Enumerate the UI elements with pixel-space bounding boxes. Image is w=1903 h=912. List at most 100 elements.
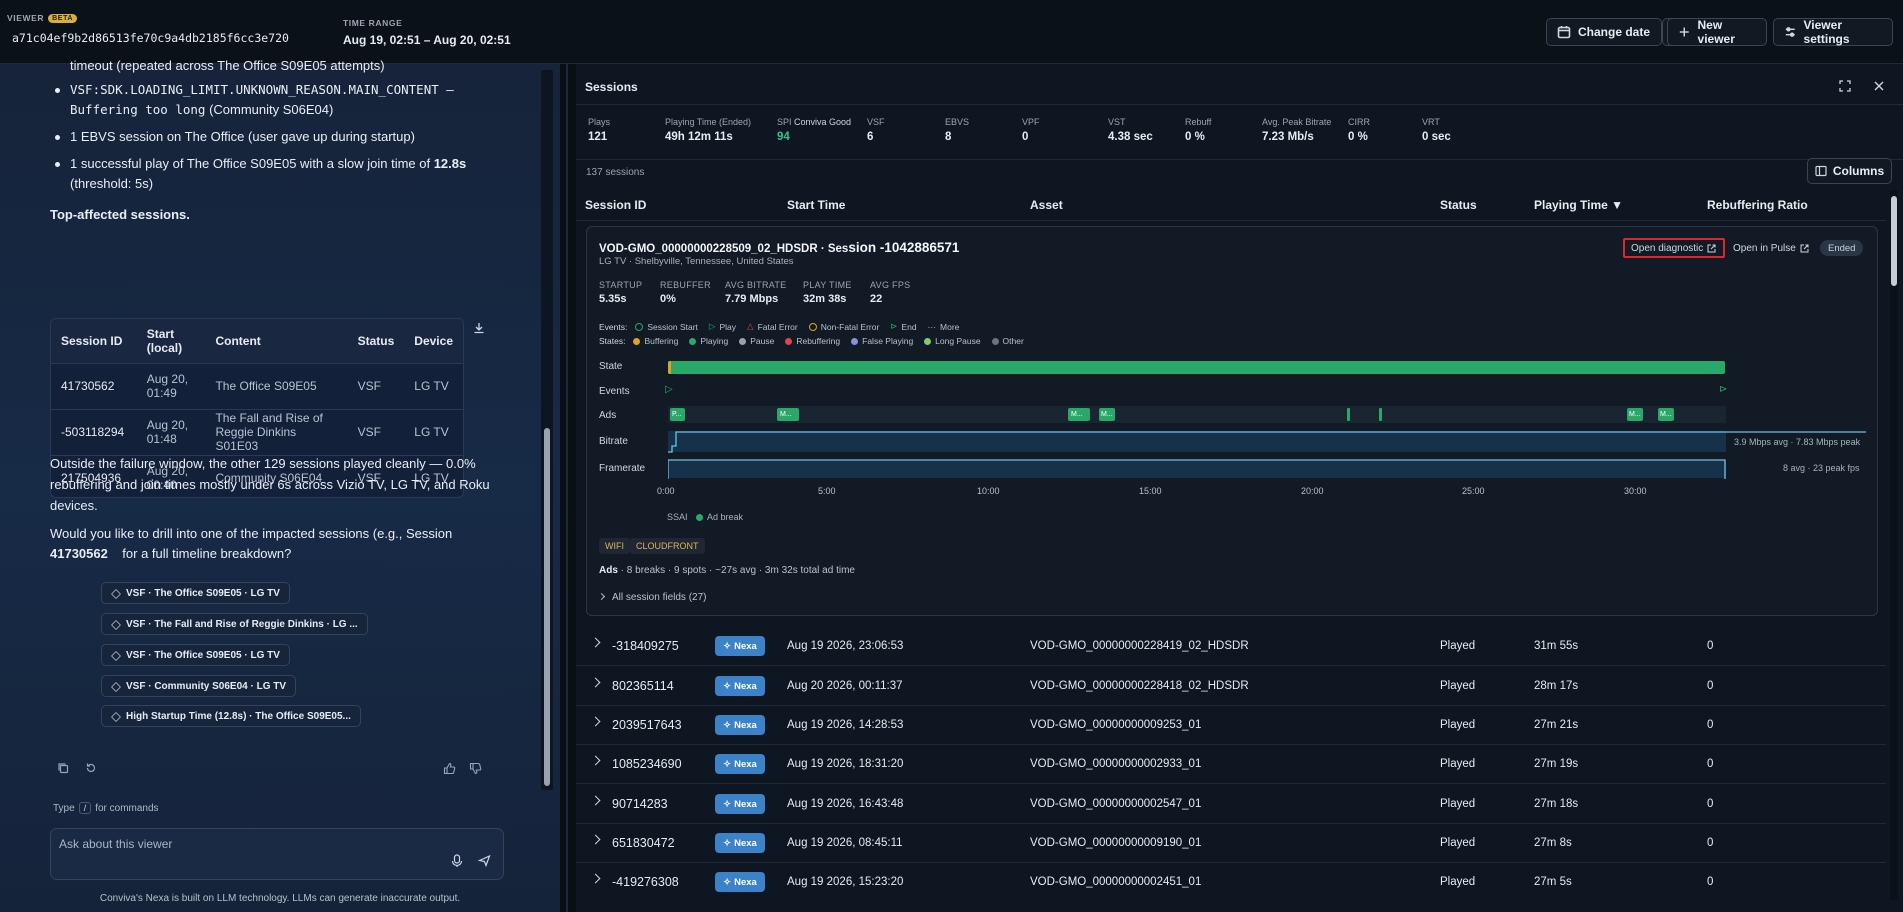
sessions-scrollbar-thumb[interactable] [1891,196,1897,286]
nexa-badge[interactable]: ✧ Nexa [715,794,765,814]
open-diagnostic-label: Open diagnostic [1631,242,1704,254]
col-rebuffering[interactable]: Rebuffering Ratio [1707,198,1808,212]
legend-playing: Playing [689,336,728,346]
row-session-id: 90714283 [612,797,668,811]
col-status[interactable]: Status [1440,198,1477,212]
nexa-badge[interactable]: ✧ Nexa [715,636,765,656]
chat-input-box [50,828,504,880]
panel-divider[interactable] [560,64,576,912]
error-context: (Community S06E04) [205,102,334,117]
table-row[interactable]: 41730562 Aug 20, 01:49 The Office S09E05… [51,362,463,409]
chevron-right-icon[interactable] [590,716,601,727]
send-icon[interactable] [478,854,491,867]
ad-break[interactable] [1379,408,1382,421]
thumbs-down-icon[interactable] [469,762,482,775]
th-session-id: Session ID [51,319,137,363]
ad-break[interactable]: M... [1627,408,1643,421]
table-row[interactable]: 90714283 ✧ Nexa Aug 19 2026, 16:43:48 VOD… [576,785,1886,824]
copy-icon[interactable] [57,762,69,774]
nexa-badge[interactable]: ✧ Nexa [715,833,765,853]
row-playing-time: 27m 8s [1534,837,1572,849]
col-session-id[interactable]: Session ID [585,198,646,212]
open-pulse-label: Open in Pulse [1733,242,1796,254]
suggestion-chip[interactable]: VSF · The Office S09E05 · LG TV [101,582,290,604]
open-in-pulse-link[interactable]: Open in Pulse [1727,238,1815,258]
metrics-bar: Plays 121 Playing Time (Ended) 49h 12m 11s… [576,104,1903,160]
row-asset: VOD-GMO_00000000002451_01 [1030,876,1202,888]
expand-icon[interactable] [1839,80,1851,92]
legend-more[interactable]: ··· More [928,322,960,332]
ads-track [668,406,1726,423]
table-row[interactable]: -318409275 ✧ Nexa Aug 19 2026, 23:06:53 V… [576,627,1886,666]
table-row[interactable]: -419276308 ✧ Nexa Aug 19 2026, 15:23:20 V… [576,863,1886,902]
table-row[interactable]: 651830472 ✧ Nexa Aug 19 2026, 08:45:11 VO… [576,824,1886,863]
ad-break[interactable]: M... [1658,408,1674,421]
suggestion-chip[interactable]: VSF · Community S06E04 · LG TV [101,675,297,697]
ad-break[interactable]: M... [777,408,799,421]
suggestion-chip[interactable]: High Startup Time (12.8s) · The Office S… [101,705,361,727]
state-track-playing[interactable] [668,361,1725,374]
open-diagnostic-link[interactable]: Open diagnostic [1623,238,1725,258]
event-end-marker[interactable]: ⊳ [1719,384,1727,395]
chat-line-timeout: timeout (repeated across The Office S09E… [70,58,385,73]
ad-break[interactable]: M... [1068,408,1090,421]
download-icon[interactable] [473,322,485,334]
row-rebuffering: 0 [1707,758,1714,770]
table-row[interactable]: 2039517643 ✧ Nexa Aug 19 2026, 14:28:53 V… [576,706,1886,745]
col-playing-time[interactable]: Playing Time ▼ [1534,198,1623,212]
session-location: LG TV · Shelbyville, Tennessee, United S… [599,256,794,267]
close-icon[interactable] [1873,80,1885,92]
sessions-scrollbar[interactable] [1890,190,1898,900]
followup-text: Would you like to drill into one of the … [50,526,453,541]
refresh-icon[interactable] [85,762,97,774]
col-start-time[interactable]: Start Time [787,198,845,212]
chevron-right-icon[interactable] [590,834,601,845]
ad-break[interactable]: P... [670,408,685,421]
row-session-id: 802365114 [612,679,674,693]
ad-break[interactable]: M... [1099,408,1115,421]
metric-vpf: VPF 0 [1022,117,1040,143]
nexa-badge[interactable]: ✧ Nexa [715,754,765,774]
tag-cloudfront: CLOUDFRONT [630,538,705,554]
metric-plays: Plays 121 [588,117,611,143]
chevron-right-icon[interactable] [590,677,601,688]
row-status: Played [1440,640,1476,652]
sliders-icon [1785,27,1795,37]
chat-bullet-vsf: VSF:SDK.LOADING_LIMIT.UNKNOWN_REASON.MAI… [55,80,490,120]
disclaimer: Conviva's Nexa is built on LLM technolog… [99,893,461,904]
chat-input[interactable] [59,835,439,853]
chat-scrollbar-thumb[interactable] [544,428,550,786]
ad-break[interactable] [1347,408,1350,421]
event-play-marker[interactable]: ▷ [665,384,673,395]
thumbs-up-icon[interactable] [443,762,456,775]
suggestion-chip[interactable]: VSF · The Fall and Rise of Reggie Dinkin… [101,613,368,635]
nexa-badge[interactable]: ✧ Nexa [715,715,765,735]
chevron-right-icon[interactable] [590,795,601,806]
session-count: 137 sessions [586,167,645,178]
legend-end: ⊳ End [890,321,917,332]
columns-button[interactable]: Columns [1807,158,1892,184]
timeline-label-bitrate: Bitrate [599,436,628,447]
slash-key: / [78,802,92,814]
metric-ebvs: EBVS 8 [945,117,970,143]
row-session-id: -318409275 [612,639,679,653]
col-asset[interactable]: Asset [1030,198,1063,212]
chevron-right-icon[interactable] [590,755,601,766]
table-row[interactable]: -503118294 Aug 20, 01:48 The Fall and Ri… [51,408,463,455]
stat-rebuffer: REBUFFER 0% [660,280,711,305]
chevron-right-icon[interactable] [590,637,601,648]
new-viewer-button[interactable]: New viewer [1667,18,1767,46]
table-row[interactable]: 802365114 ✧ Nexa Aug 20 2026, 00:11:37 VO… [576,667,1886,706]
nexa-badge[interactable]: ✧ Nexa [715,872,765,892]
suggestion-chip[interactable]: VSF · The Office S09E05 · LG TV [101,644,290,666]
microphone-icon[interactable] [451,854,463,868]
join-text: 1 successful play of The Office S09E05 w… [70,156,434,171]
chevron-right-icon[interactable] [590,873,601,884]
row-asset: VOD-GMO_00000000228418_02_HDSDR [1030,680,1249,692]
all-session-fields-toggle[interactable]: All session fields (27) [597,592,706,603]
change-date-button[interactable]: Change date [1546,18,1662,46]
viewer-settings-button[interactable]: Viewer settings [1773,18,1893,46]
metric-rebuff: Rebuff 0 % [1185,117,1212,143]
table-row[interactable]: 1085234690 ✧ Nexa Aug 19 2026, 18:31:20 V… [576,745,1886,784]
nexa-badge[interactable]: ✧ Nexa [715,676,765,696]
